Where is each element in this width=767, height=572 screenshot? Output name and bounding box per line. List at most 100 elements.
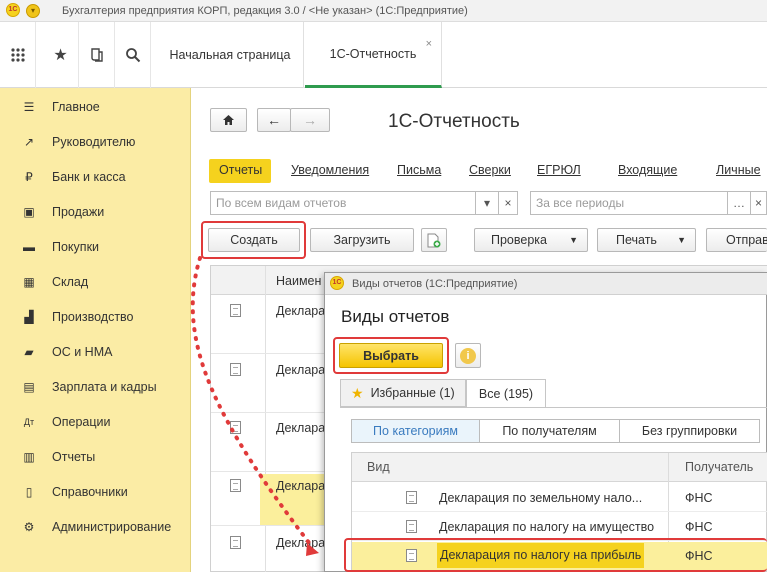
home-button[interactable]	[210, 108, 247, 132]
report-kind-name: Декларация по земельному нало...	[439, 491, 643, 505]
tab-close-icon[interactable]: ×	[426, 38, 432, 50]
filter-period-input[interactable]: За все периоды	[530, 191, 728, 215]
sidebar-item-label: Администрирование	[52, 519, 172, 534]
group-by-category[interactable]: По категориям	[351, 419, 480, 443]
apps-grid-icon[interactable]	[0, 22, 36, 88]
tab-home-label: Начальная страница	[169, 48, 291, 62]
group-none[interactable]: Без группировки	[619, 419, 760, 443]
sidebar-item-reports[interactable]: ▥ Отчеты	[0, 439, 191, 474]
top-panel: ★ Начальная страница 1С-Отчетность ×	[0, 22, 767, 88]
report-kind-name: Декларация по налогу на имущество	[439, 520, 655, 534]
sidebar-item-operations[interactable]: Дт Операции	[0, 404, 191, 439]
tab-reconciliations[interactable]: Сверки	[469, 163, 511, 177]
tab-reports[interactable]: Отчеты	[219, 163, 262, 177]
group-by-recipient-label: По получателям	[502, 424, 597, 438]
sidebar-item-purchases[interactable]: ▬ Покупки	[0, 229, 191, 264]
factory-icon: ▟	[24, 309, 34, 324]
sidebar-item-references[interactable]: ▯ Справочники	[0, 474, 191, 509]
tab-favorites[interactable]: ★ Избранные (1)	[340, 379, 466, 407]
sidebar-item-label: Отчеты	[52, 449, 96, 464]
menu-icon: ☰	[23, 99, 35, 114]
trend-icon: ↗	[23, 134, 35, 149]
filter-kind-input[interactable]: По всем видам отчетов	[210, 191, 476, 215]
sidebar-item-label: Зарплата и кадры	[52, 379, 157, 394]
chevron-down-icon: ▼	[569, 235, 578, 245]
sidebar-item-bank[interactable]: ₽ Банк и касса	[0, 159, 191, 194]
sidebar-item-assets[interactable]: ▰ ОС и НМА	[0, 334, 191, 369]
filter-period-dropdown[interactable]: …	[727, 191, 751, 215]
page-title: 1С-Отчетность	[388, 111, 520, 132]
sidebar-item-admin[interactable]: ⚙ Администрирование	[0, 509, 191, 544]
warehouse-icon: ▦	[23, 274, 35, 289]
sidebar-item-label: Банк и касса	[52, 169, 126, 184]
chevron-down-icon: ▼	[677, 235, 686, 245]
arrow-right-icon: →	[303, 112, 317, 128]
sidebar-item-label: Продажи	[52, 204, 105, 219]
tab-all-label: Все (195)	[478, 387, 534, 401]
search-icon[interactable]	[115, 22, 151, 88]
tab-reporting-label: 1С-Отчетность	[329, 46, 417, 61]
group-by-recipient[interactable]: По получателям	[479, 419, 620, 443]
filter-period-clear-icon[interactable]: ×	[750, 191, 767, 215]
sidebar-item-salary[interactable]: ▤ Зарплата и кадры	[0, 369, 191, 404]
window-title: Бухгалтерия предприятия КОРП, редакция 3…	[62, 5, 468, 17]
column-kind-header: Вид	[367, 460, 390, 474]
tab-all[interactable]: Все (195)	[466, 379, 546, 408]
sidebar-item-label: Производство	[52, 309, 134, 324]
sidebar-item-main[interactable]: ☰ Главное	[0, 89, 191, 124]
ops-icon: Дт	[23, 416, 35, 427]
sidebar: ☰ Главное ↗ Руководителю ₽ Банк и касса ▣ Пр…	[0, 88, 191, 572]
book-icon: ▯	[25, 484, 33, 499]
dialog-logo-icon: 1С	[330, 276, 344, 290]
people-icon: ▤	[23, 379, 35, 394]
tab-reporting[interactable]: 1С-Отчетность ×	[305, 22, 442, 88]
forward-button[interactable]: →	[290, 108, 330, 132]
coin-icon: ₽	[25, 169, 33, 184]
tab-egrul[interactable]: ЕГРЮЛ	[537, 163, 581, 177]
load-button[interactable]: Загрузить	[310, 228, 414, 252]
document-icon	[406, 520, 417, 533]
tab-incoming[interactable]: Входящие	[618, 163, 677, 177]
dialog-window-title: Виды отчетов (1С:Предприятие)	[352, 278, 518, 290]
sidebar-item-director[interactable]: ↗ Руководителю	[0, 124, 191, 159]
sidebar-item-label: Покупки	[52, 239, 100, 254]
tab-favorites-label: Избранные (1)	[370, 386, 455, 400]
sidebar-item-production[interactable]: ▟ Производство	[0, 299, 191, 334]
print-button[interactable]: Печать ▼	[597, 228, 696, 252]
tab-personal[interactable]: Личные	[716, 163, 761, 177]
history-icon[interactable]	[79, 22, 115, 88]
window-titlebar: 1С ▾ Бухгалтерия предприятия КОРП, редак…	[0, 0, 767, 22]
tab-notifications[interactable]: Уведомления	[291, 163, 369, 177]
dialog-heading: Виды отчетов	[341, 307, 450, 326]
bag-icon: ▣	[23, 204, 35, 219]
tab-letters[interactable]: Письма	[397, 163, 441, 177]
check-button[interactable]: Проверка ▼	[474, 228, 588, 252]
tab-divider	[340, 407, 767, 408]
selected-row-highlight	[344, 538, 767, 572]
filter-kind-clear-icon[interactable]: ×	[498, 191, 518, 215]
sidebar-item-label: Склад	[52, 274, 89, 289]
tab-home[interactable]: Начальная страница	[157, 22, 304, 88]
sidebar-item-label: Операции	[52, 414, 111, 429]
truck-icon: ▰	[24, 344, 34, 359]
sidebar-item-label: ОС и НМА	[52, 344, 113, 359]
check-button-label: Проверка	[491, 233, 547, 247]
print-button-label: Печать	[616, 233, 657, 247]
chart-icon: ▥	[23, 449, 35, 464]
sidebar-item-warehouse[interactable]: ▦ Склад	[0, 264, 191, 299]
document-icon	[406, 491, 417, 504]
send-button[interactable]: Отправ	[706, 228, 767, 252]
app-logo-icon: 1С	[6, 3, 20, 17]
back-button[interactable]: ←	[257, 108, 291, 132]
menu-dropdown-icon[interactable]: ▾	[26, 4, 40, 18]
sidebar-item-sales[interactable]: ▣ Продажи	[0, 194, 191, 229]
gear-icon: ⚙	[23, 519, 35, 534]
load-button-label: Загрузить	[333, 233, 391, 247]
info-button[interactable]: i	[455, 343, 481, 368]
sidebar-item-label: Главное	[52, 99, 100, 114]
add-file-button[interactable]	[421, 228, 447, 252]
favorites-star-icon[interactable]: ★	[43, 22, 79, 88]
annotation-arrow	[190, 256, 319, 556]
filter-kind-dropdown[interactable]: ▾	[475, 191, 499, 215]
sidebar-item-label: Справочники	[52, 484, 128, 499]
